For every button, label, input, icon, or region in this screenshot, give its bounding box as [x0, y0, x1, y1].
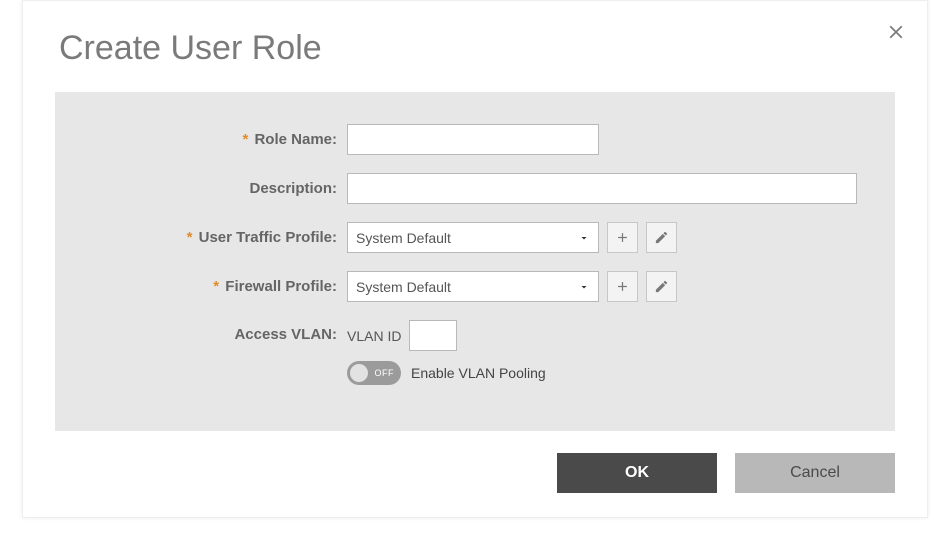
pencil-icon: [654, 279, 669, 294]
role-name-label: * Role Name:: [87, 131, 347, 148]
row-role-name: * Role Name:: [87, 124, 863, 155]
cancel-button[interactable]: Cancel: [735, 453, 895, 493]
required-star-icon: *: [187, 229, 193, 246]
ok-button[interactable]: OK: [557, 453, 717, 493]
required-star-icon: *: [242, 131, 248, 148]
user-traffic-profile-edit-button[interactable]: [646, 222, 677, 253]
user-traffic-profile-label: * User Traffic Profile:: [87, 229, 347, 246]
user-traffic-profile-add-button[interactable]: [607, 222, 638, 253]
chevron-down-icon: [578, 231, 590, 249]
form-panel: * Role Name: Description: * User Traffic…: [55, 92, 895, 431]
description-label: Description:: [87, 180, 347, 197]
button-bar: OK Cancel: [557, 453, 895, 493]
firewall-profile-edit-button[interactable]: [646, 271, 677, 302]
vlan-id-input[interactable]: [409, 320, 457, 351]
close-icon: [885, 21, 907, 43]
row-user-traffic-profile: * User Traffic Profile: System Default: [87, 222, 863, 253]
toggle-knob-icon: [350, 364, 368, 382]
vlan-pooling-toggle[interactable]: OFF: [347, 361, 401, 385]
firewall-profile-label: * Firewall Profile:: [87, 278, 347, 295]
create-user-role-dialog: Create User Role * Role Name: Descriptio…: [22, 0, 928, 518]
access-vlan-label: Access VLAN:: [87, 320, 347, 343]
required-star-icon: *: [213, 278, 219, 295]
description-input[interactable]: [347, 173, 857, 204]
role-name-input[interactable]: [347, 124, 599, 155]
vlan-pooling-label: Enable VLAN Pooling: [411, 365, 546, 381]
user-traffic-profile-select[interactable]: System Default: [347, 222, 599, 253]
user-traffic-profile-value: System Default: [356, 230, 590, 246]
row-access-vlan: Access VLAN: VLAN ID OFF Enable VLAN Poo…: [87, 320, 863, 385]
close-button[interactable]: [885, 21, 907, 48]
vlan-id-label: VLAN ID: [347, 328, 401, 344]
chevron-down-icon: [578, 280, 590, 298]
dialog-title: Create User Role: [23, 1, 927, 68]
toggle-state-text: OFF: [375, 368, 395, 378]
plus-icon: [615, 230, 630, 245]
firewall-profile-value: System Default: [356, 279, 590, 295]
firewall-profile-select[interactable]: System Default: [347, 271, 599, 302]
plus-icon: [615, 279, 630, 294]
firewall-profile-add-button[interactable]: [607, 271, 638, 302]
row-firewall-profile: * Firewall Profile: System Default: [87, 271, 863, 302]
row-description: Description:: [87, 173, 863, 204]
pencil-icon: [654, 230, 669, 245]
